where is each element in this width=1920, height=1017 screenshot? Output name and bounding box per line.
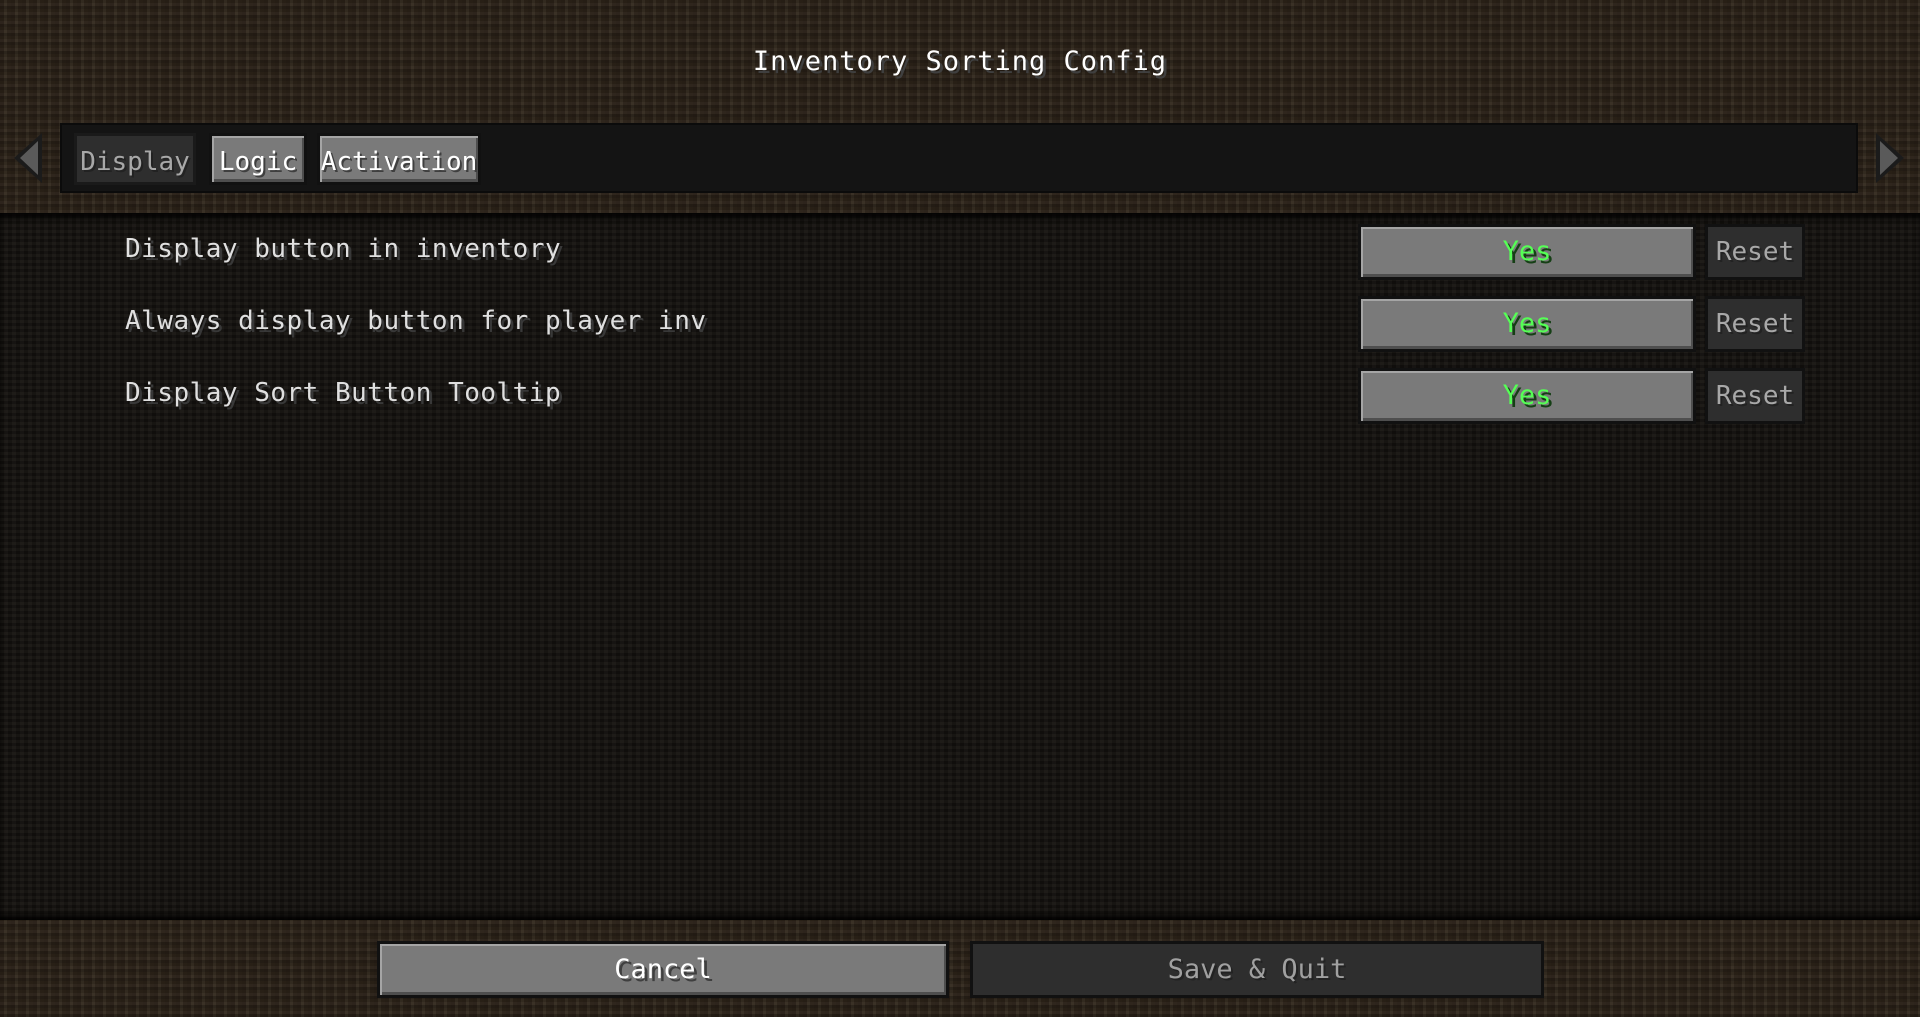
- option-value-display-button[interactable]: Yes: [1358, 224, 1696, 280]
- reset-button-sort-tooltip[interactable]: Reset: [1705, 368, 1805, 424]
- option-label-display-button: Display button in inventory: [125, 234, 562, 264]
- option-value-sort-tooltip[interactable]: Yes: [1358, 368, 1696, 424]
- tab-display[interactable]: Display: [74, 133, 196, 185]
- tab-activation[interactable]: Activation: [317, 133, 481, 185]
- save-quit-button[interactable]: Save & Quit: [970, 941, 1544, 998]
- option-label-always-display: Always display button for player inv: [125, 306, 707, 336]
- cancel-button[interactable]: Cancel: [377, 941, 949, 998]
- reset-button-display-button[interactable]: Reset: [1705, 224, 1805, 280]
- page-title: Inventory Sorting Config: [752, 46, 1168, 77]
- arrow-right-icon[interactable]: [1876, 133, 1904, 183]
- option-value-always-display[interactable]: Yes: [1358, 296, 1696, 352]
- reset-button-always-display[interactable]: Reset: [1705, 296, 1805, 352]
- option-label-sort-tooltip: Display Sort Button Tooltip: [125, 378, 562, 408]
- arrow-left-icon[interactable]: [14, 133, 42, 183]
- tab-logic[interactable]: Logic: [209, 133, 307, 185]
